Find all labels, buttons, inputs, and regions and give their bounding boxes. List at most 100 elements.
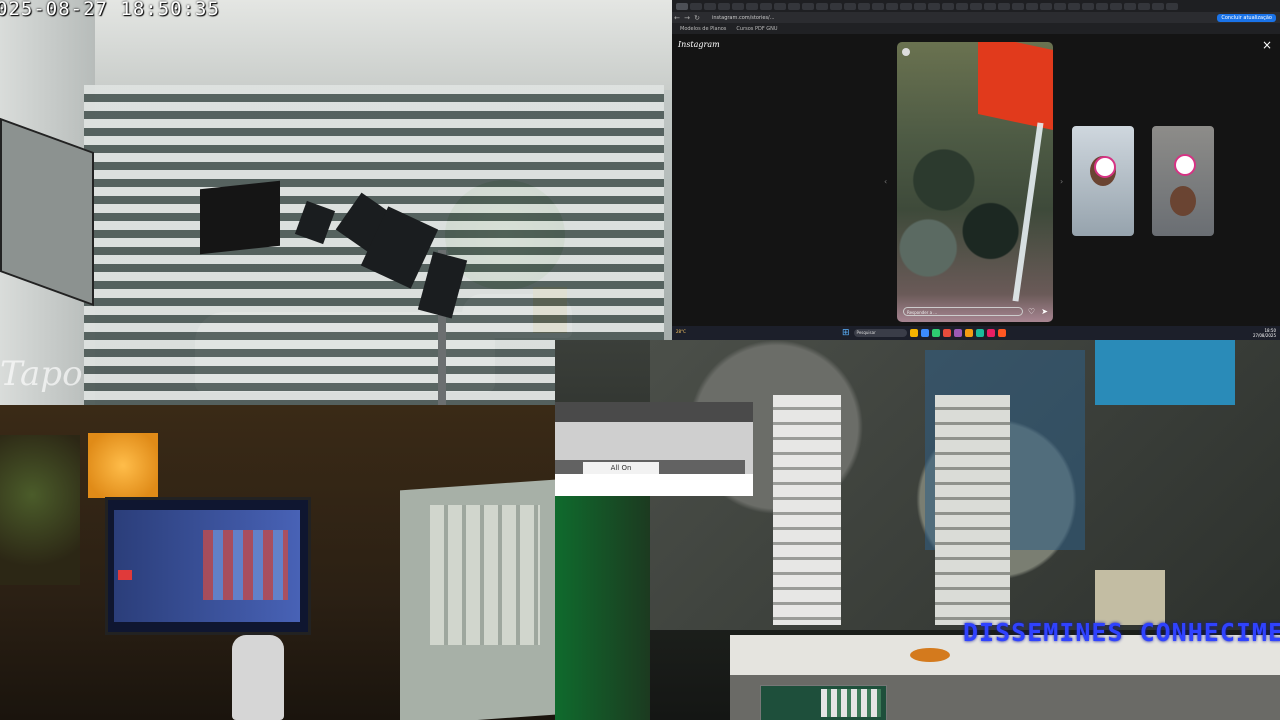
- taskbar-app-icon[interactable]: [975, 329, 984, 337]
- browser-tab[interactable]: [984, 2, 996, 10]
- instagram-stories-page: Instagram × ‹ Responder a ... ♡ ➤ ›: [672, 34, 1280, 326]
- browser-tab[interactable]: [1054, 2, 1066, 10]
- browser-tab[interactable]: [1166, 2, 1178, 10]
- bookmark-item[interactable]: Cursos PDF GNU: [736, 26, 777, 32]
- browser-tab[interactable]: [760, 2, 772, 10]
- browser-tab[interactable]: [1082, 2, 1094, 10]
- taskbar-app-icon[interactable]: [986, 329, 995, 337]
- browser-tab[interactable]: [998, 2, 1010, 10]
- browser-tab[interactable]: [802, 2, 814, 10]
- all-on-button[interactable]: All On: [583, 462, 659, 474]
- reload-icon[interactable]: ↻: [692, 14, 702, 22]
- browser-tab[interactable]: [816, 2, 828, 10]
- scrolling-ticker-text: DISSEMINES CONHECIMENTO: [963, 618, 1280, 647]
- heart-icon[interactable]: ♡: [1028, 307, 1035, 316]
- browser-tab[interactable]: [1026, 2, 1038, 10]
- control-window-fragment: All On: [555, 402, 753, 498]
- window-shutter: [773, 395, 841, 625]
- address-bar[interactable]: instagram.com/stories/...: [712, 15, 1217, 21]
- bookmark-item[interactable]: Modelos de Planos: [680, 26, 726, 32]
- camera-brand-watermark: Tapo: [0, 354, 83, 394]
- next-story-preview[interactable]: [1152, 126, 1214, 236]
- studio-webcam-feed: DISSEMINES CONHECIMENTO: [555, 340, 1280, 720]
- send-icon[interactable]: ➤: [1041, 307, 1048, 316]
- back-arrow-icon[interactable]: ←: [672, 14, 682, 22]
- camera-timestamp: 025-08-27 18:50:35: [0, 0, 220, 20]
- counter-logo: [910, 648, 950, 662]
- avatar[interactable]: [902, 48, 910, 56]
- green-light: [555, 495, 650, 720]
- monitor-screen-content: [118, 570, 132, 580]
- browser-tab[interactable]: [718, 2, 730, 10]
- taskbar-app-icon[interactable]: [909, 329, 918, 337]
- lamp: [88, 433, 158, 498]
- browser-tab[interactable]: [1096, 2, 1108, 10]
- office-webcam-feed: [0, 405, 555, 720]
- story-preview-image: [1170, 186, 1196, 216]
- browser-tab[interactable]: [1124, 2, 1136, 10]
- wall-tv: [1095, 340, 1235, 405]
- taskbar-app-icon[interactable]: [920, 329, 929, 337]
- browser-tab[interactable]: [1152, 2, 1164, 10]
- close-icon[interactable]: ×: [1262, 38, 1272, 52]
- browser-tab[interactable]: [704, 2, 716, 10]
- picture-in-picture-feed: [760, 685, 887, 720]
- next-story-preview[interactable]: [1072, 126, 1134, 236]
- taskbar-search[interactable]: Pesquisar: [853, 329, 907, 337]
- wall-graffiti: [0, 435, 80, 585]
- avatar: [1174, 154, 1196, 176]
- weather-widget[interactable]: 28°C: [676, 329, 686, 334]
- previous-story-arrow-icon[interactable]: ‹: [884, 177, 887, 186]
- browser-tab[interactable]: [830, 2, 842, 10]
- browser-tab[interactable]: [872, 2, 884, 10]
- story-reply-input[interactable]: Responder a ...: [903, 307, 1023, 316]
- taskbar-app-icon[interactable]: [942, 329, 951, 337]
- taskbar-app-icon[interactable]: [964, 329, 973, 337]
- browser-tab[interactable]: [1110, 2, 1122, 10]
- taskbar-app-icon[interactable]: [953, 329, 962, 337]
- pip-content: [821, 689, 881, 717]
- windows-start-icon[interactable]: ⊞: [842, 328, 850, 338]
- window-footer: [555, 474, 753, 496]
- browser-tab[interactable]: [1068, 2, 1080, 10]
- browser-tab[interactable]: [1138, 2, 1150, 10]
- desktop-screen: ← → ↻ instagram.com/stories/... Concluir…: [672, 0, 1280, 340]
- taskbar-app-icon[interactable]: [997, 329, 1006, 337]
- browser-tab[interactable]: [746, 2, 758, 10]
- hanging-lamp: [200, 180, 280, 255]
- taskbar-clock[interactable]: 18:50 27/08/2025: [1253, 328, 1276, 338]
- browser-tab[interactable]: [886, 2, 898, 10]
- browser-tab[interactable]: [676, 2, 688, 10]
- browser-tab[interactable]: [942, 2, 954, 10]
- browser-tab[interactable]: [774, 2, 786, 10]
- browser-tab[interactable]: [844, 2, 856, 10]
- water-bottle: [232, 635, 284, 720]
- computer-monitor: [105, 497, 311, 635]
- next-story-arrow-icon[interactable]: ›: [1060, 177, 1063, 186]
- active-story[interactable]: Responder a ... ♡ ➤: [897, 42, 1053, 322]
- stacked-boxes: [1095, 570, 1165, 625]
- instagram-logo[interactable]: Instagram: [678, 40, 720, 49]
- browser-tab[interactable]: [914, 2, 926, 10]
- monitor-screen-content: [203, 530, 288, 600]
- browser-tab-bar[interactable]: [672, 0, 1280, 12]
- update-browser-button[interactable]: Concluir atualização: [1217, 13, 1276, 22]
- browser-tab[interactable]: [732, 2, 744, 10]
- browser-toolbar: ← → ↻ instagram.com/stories/... Concluir…: [672, 12, 1280, 23]
- browser-tab[interactable]: [970, 2, 982, 10]
- browser-tab[interactable]: [788, 2, 800, 10]
- browser-tab[interactable]: [858, 2, 870, 10]
- windows-taskbar: 28°C ⊞ Pesquisar 18:50 27/08/2025: [672, 326, 1280, 340]
- browser-tab[interactable]: [1012, 2, 1024, 10]
- story-header: [902, 48, 913, 56]
- browser-tab[interactable]: [690, 2, 702, 10]
- avatar: [1094, 156, 1116, 178]
- taskbar-app-icon[interactable]: [931, 329, 940, 337]
- window-shutter: [935, 395, 1010, 625]
- bookmarks-bar: Modelos de Planos Cursos PDF GNU: [672, 23, 1280, 34]
- browser-tab[interactable]: [928, 2, 940, 10]
- browser-tab[interactable]: [900, 2, 912, 10]
- browser-tab[interactable]: [956, 2, 968, 10]
- forward-arrow-icon[interactable]: →: [682, 14, 692, 22]
- browser-tab[interactable]: [1040, 2, 1052, 10]
